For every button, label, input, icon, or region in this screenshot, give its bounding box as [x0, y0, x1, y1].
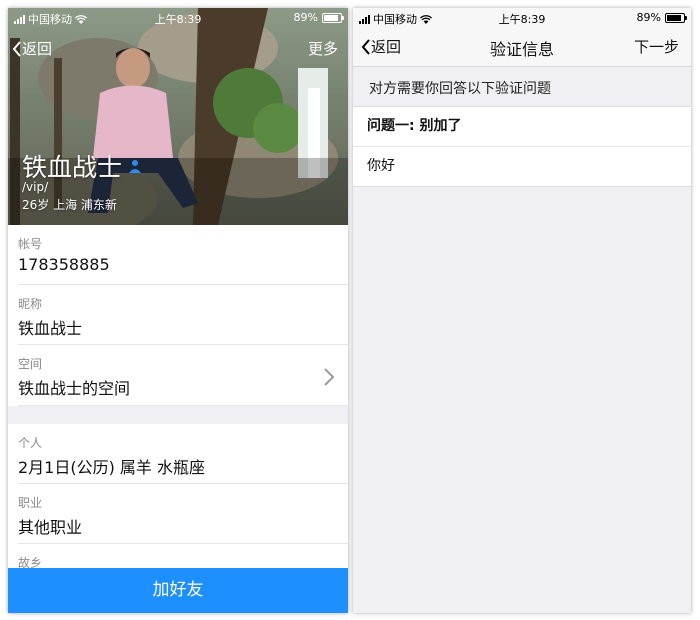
account-label: 帐号 [18, 237, 43, 251]
chevron-left-icon [12, 40, 21, 57]
nav-bar: 返回 验证信息 下一步 [353, 26, 691, 67]
back-label: 返回 [22, 40, 53, 58]
verification-screen: 中国移动 上午8:39 89% 返回 验证信息 下一步 对方需要你回答以下验证问… [353, 8, 691, 613]
account-row: 帐号 178358885 [18, 225, 348, 285]
battery-icon [322, 12, 344, 23]
profile-header: 中国移动 上午8:39 89% 返回 更多 铁血战士 /vip/ 26岁 上海 … [8, 8, 348, 225]
more-button[interactable]: 更多 [308, 38, 338, 59]
verification-question: 问题一: 别加了 [353, 107, 691, 147]
occupation-row: 职业 其他职业 [18, 484, 348, 544]
occupation-value: 其他职业 [18, 518, 83, 537]
add-friend-button[interactable]: 加好友 [8, 568, 348, 613]
back-button[interactable]: 返回 [12, 38, 52, 59]
vip-label: /vip/ [22, 180, 49, 194]
qzone-row[interactable]: 空间 铁血战士的空间 [18, 345, 348, 406]
section-divider [8, 406, 348, 424]
answer-input[interactable]: 你好 [353, 147, 691, 186]
profile-info: 26岁 上海 浦东新 [22, 198, 117, 212]
battery-percent: 89% [636, 11, 661, 24]
nickname-label: 昵称 [18, 297, 43, 311]
profile-name: 铁血战士 [22, 153, 123, 182]
profile-screen: 中国移动 上午8:39 89% 返回 更多 铁血战士 /vip/ 26岁 上海 … [8, 8, 348, 613]
status-bar: 中国移动 上午8:39 89% [8, 8, 348, 26]
chevron-right-icon [324, 368, 335, 386]
battery-percent: 89% [293, 11, 318, 24]
qzone-label: 空间 [18, 357, 43, 371]
battery-icon [665, 12, 687, 23]
next-step-button[interactable]: 下一步 [634, 36, 679, 57]
personal-value: 2月1日(公历) 属羊 水瓶座 [18, 458, 206, 477]
verification-hint: 对方需要你回答以下验证问题 [369, 81, 551, 97]
occupation-label: 职业 [18, 496, 43, 510]
gender-male-icon [129, 160, 142, 173]
status-bar: 中国移动 上午8:39 89% [353, 8, 691, 26]
nickname-value: 铁血战士 [18, 319, 83, 338]
nickname-row: 昵称 铁血战士 [18, 285, 348, 345]
personal-label: 个人 [18, 436, 43, 450]
qzone-value: 铁血战士的空间 [18, 379, 131, 398]
verification-card: 问题一: 别加了 你好 [353, 106, 691, 187]
account-value: 178358885 [18, 255, 110, 274]
personal-row: 个人 2月1日(公历) 属羊 水瓶座 [18, 424, 348, 484]
